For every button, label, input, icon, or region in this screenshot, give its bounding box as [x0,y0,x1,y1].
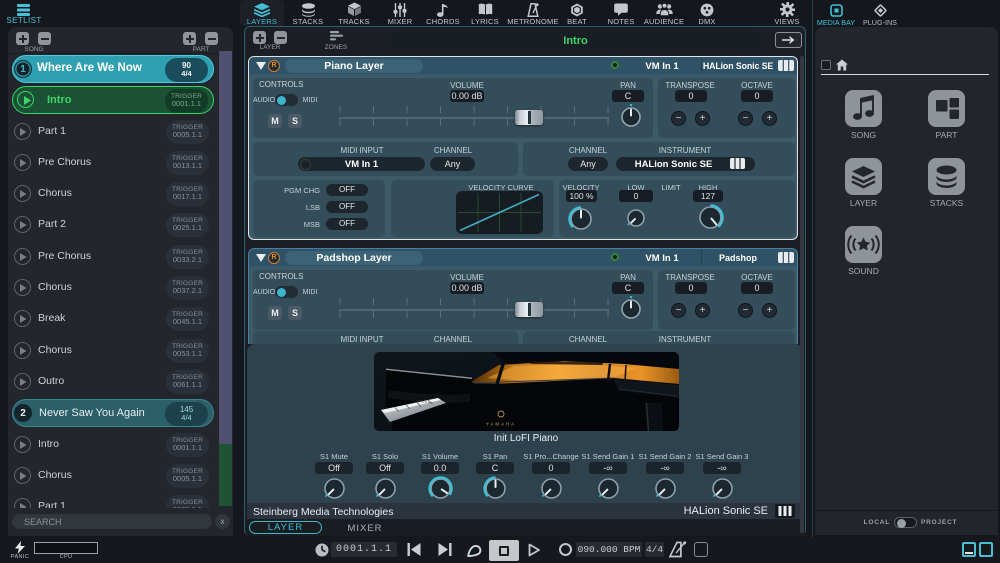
svg-text:YAMAHA: YAMAHA [486,422,516,427]
